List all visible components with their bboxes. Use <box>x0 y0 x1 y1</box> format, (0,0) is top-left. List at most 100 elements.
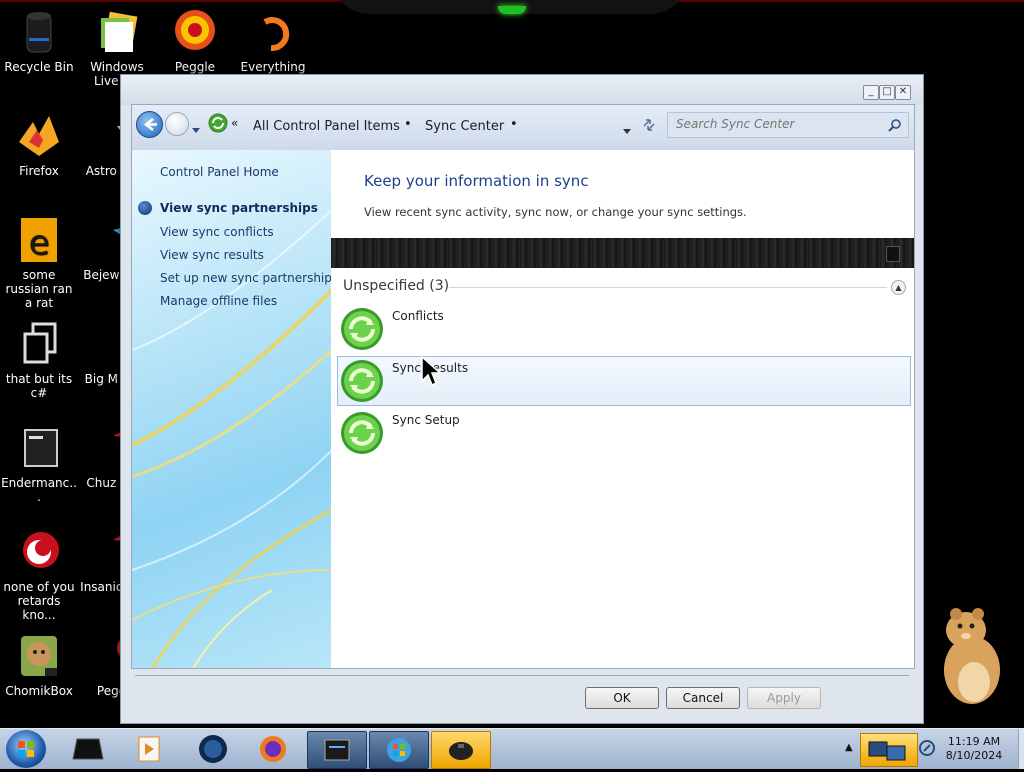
app-icon <box>15 528 63 576</box>
dark-box-icon <box>72 738 104 760</box>
task-pane: Control Panel Home View sync partnership… <box>132 150 332 668</box>
manage-offline-files-link[interactable]: Manage offline files <box>160 294 277 308</box>
collapse-group-button[interactable]: ▲ <box>891 280 906 295</box>
firefox-icon <box>260 736 286 762</box>
clock-date: 8/10/2024 <box>945 749 1003 762</box>
content-pane: Keep your information in sync View recen… <box>331 150 914 668</box>
windows-logo-icon <box>18 741 34 757</box>
breadcrumb-separator-icon[interactable]: • <box>510 117 518 132</box>
mouse-icon <box>449 742 473 760</box>
everything-icon <box>249 8 297 56</box>
sync-center-window: _ □ ✕ « All Control Panel Items • Sync C… <box>120 74 924 724</box>
globe-icon <box>199 735 227 763</box>
control-panel-icon <box>387 738 411 762</box>
peggle-world-icon <box>171 8 219 56</box>
hamster-image <box>944 608 1000 704</box>
bezel-led <box>498 6 526 14</box>
address-dropdown[interactable] <box>622 121 632 140</box>
taskbar-app-4[interactable] <box>431 731 491 769</box>
show-hidden-icons-button[interactable]: ▲ <box>845 742 853 753</box>
desktop-icon-everything[interactable]: Everything <box>235 8 311 74</box>
setup-sync-partnerships-link[interactable]: Set up new sync partnerships <box>160 271 331 285</box>
view-sync-results-link[interactable]: View sync results <box>160 248 264 262</box>
chomikbox-icon <box>15 632 63 680</box>
desktop-icon-label: that but its c# <box>5 372 73 400</box>
start-button[interactable] <box>6 730 46 768</box>
desktop-icon-none-of-you[interactable]: none of you retards kno... <box>1 528 77 622</box>
desktop-icon-endermanch[interactable]: Endermanc... <box>1 424 77 504</box>
forward-button[interactable] <box>165 112 189 136</box>
breadcrumb-overflow-icon[interactable]: « <box>231 116 238 130</box>
navigation-bar: « All Control Panel Items • Sync Center … <box>132 105 914 151</box>
window-icon <box>324 739 350 761</box>
recent-pages-dropdown[interactable] <box>191 120 201 139</box>
tray-highlight[interactable] <box>860 733 918 767</box>
desktop-icon-label: none of you retards kno... <box>3 580 75 622</box>
search-box <box>667 112 909 138</box>
group-header-unspecified[interactable]: Unspecified (3) <box>343 278 449 294</box>
group-divider <box>449 287 887 288</box>
taskbar-app-firefox[interactable] <box>244 731 302 767</box>
search-icon[interactable] <box>888 117 902 136</box>
sync-item-sync-setup[interactable]: Sync Setup <box>337 408 911 458</box>
recycle-bin-icon <box>15 8 63 56</box>
sync-center-icon <box>208 113 228 133</box>
taskbar-app-3[interactable] <box>307 731 367 769</box>
sync-icon <box>340 359 384 403</box>
taskbar-app-1[interactable] <box>120 731 178 767</box>
desktop-icon-russian-rat[interactable]: e some russian ran a rat <box>1 216 77 310</box>
refresh-button[interactable] <box>641 117 657 137</box>
cancel-button[interactable]: Cancel <box>666 687 740 709</box>
firefox-icon <box>15 112 63 160</box>
taskbar-app-2[interactable] <box>184 731 242 767</box>
back-arrow-icon <box>143 118 157 131</box>
ok-button[interactable]: OK <box>585 687 659 709</box>
terminal-icon <box>15 424 63 472</box>
view-sync-conflicts-link[interactable]: View sync conflicts <box>160 225 274 239</box>
window-frame: « All Control Panel Items • Sync Center … <box>131 104 915 669</box>
chevron-down-icon <box>192 128 200 133</box>
view-sync-partnerships-link[interactable]: View sync partnerships <box>160 201 318 215</box>
sync-icon <box>340 307 384 351</box>
breadcrumb-sync-center[interactable]: Sync Center <box>425 119 504 134</box>
maximize-button[interactable]: □ <box>879 85 895 100</box>
sync-icon <box>340 411 384 455</box>
sync-item-conflicts[interactable]: Conflicts <box>337 304 911 354</box>
network-icon <box>868 741 906 761</box>
clock-time: 11:19 AM <box>947 735 1001 748</box>
control-panel-home-link[interactable]: Control Panel Home <box>160 165 279 179</box>
desktop-icon-firefox[interactable]: Firefox <box>1 112 77 178</box>
sync-item-name: Sync Setup <box>392 413 460 427</box>
mouse-cursor-icon <box>420 355 442 391</box>
show-desktop-button[interactable] <box>1018 729 1024 769</box>
toolbar-band <box>331 238 914 268</box>
window-title-bar[interactable] <box>121 75 923 105</box>
desktop-icon-label: some russian ran a rat <box>5 268 73 310</box>
desktop-icon-label: Endermanc... <box>1 476 77 504</box>
search-input[interactable] <box>668 113 884 135</box>
chevron-down-icon <box>623 129 631 134</box>
desktop-icon-c-sharp[interactable]: that but its c# <box>1 320 77 400</box>
file-e-icon: e <box>15 216 63 264</box>
minimize-button[interactable]: _ <box>863 85 879 100</box>
taskbar-app-0[interactable] <box>60 731 118 767</box>
media-player-icon <box>138 736 160 762</box>
windows-live-mail-icon <box>93 8 141 56</box>
desktop-icon-recycle-bin[interactable]: Recycle Bin <box>1 8 77 74</box>
page-title: Keep your information in sync <box>364 172 589 190</box>
desktop-icon-label: Firefox <box>19 164 59 178</box>
svg-text:e: e <box>29 223 50 263</box>
taskbar: ▲ 11:19 AM 8/10/2024 <box>0 728 1024 769</box>
desktop-icon-chomikbox[interactable]: ChomikBox <box>1 632 77 698</box>
hamster-gadget[interactable] <box>930 604 1010 708</box>
back-button[interactable] <box>136 111 163 138</box>
desktop-icon-label: ChomikBox <box>5 684 73 698</box>
apply-button[interactable]: Apply <box>747 687 821 709</box>
toolbar-icon <box>886 246 900 262</box>
breadcrumb-separator-icon[interactable]: • <box>404 117 412 132</box>
breadcrumb-control-panel[interactable]: All Control Panel Items <box>253 119 400 134</box>
sync-item-name: Conflicts <box>392 309 444 323</box>
taskbar-clock[interactable]: 11:19 AM 8/10/2024 <box>930 735 1018 763</box>
close-button[interactable]: ✕ <box>895 85 911 100</box>
taskbar-app-control-panel[interactable] <box>369 731 429 769</box>
